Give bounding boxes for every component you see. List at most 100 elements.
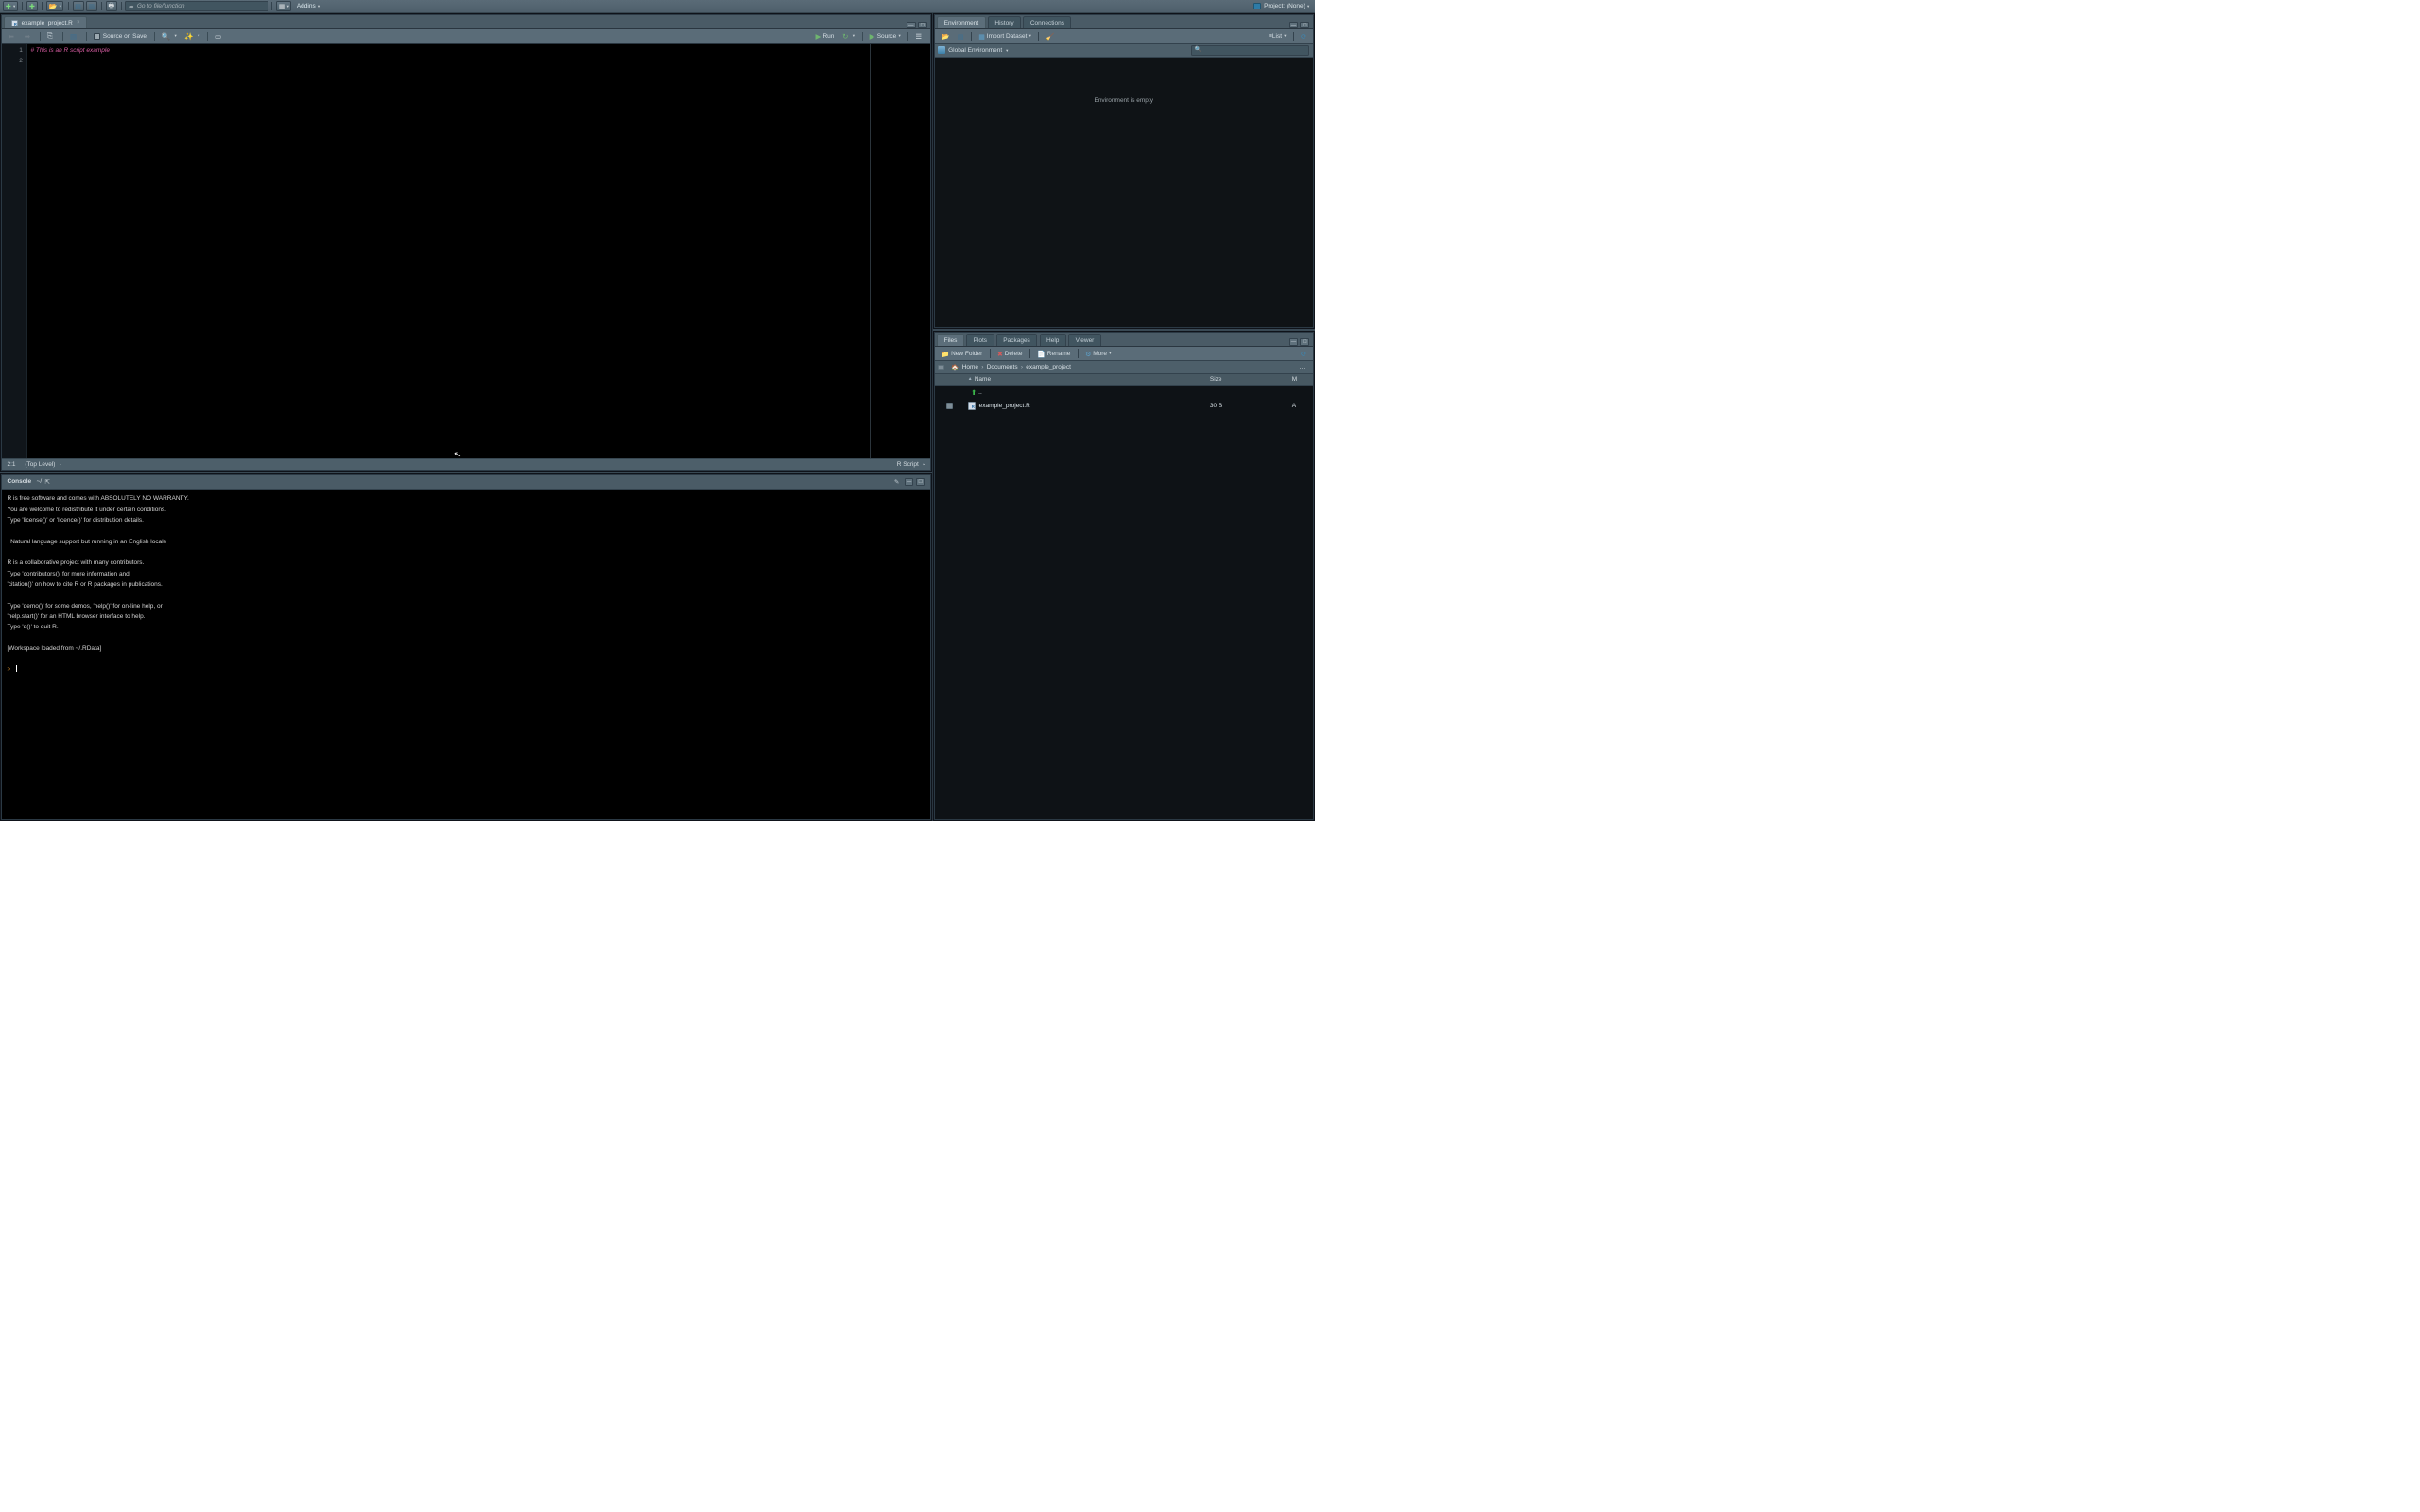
text-cursor-icon xyxy=(16,665,17,673)
outline-icon: ☰ xyxy=(915,32,922,41)
chevron-down-icon: ▾ xyxy=(1307,4,1309,9)
source-statusbar: 2:1 (Top Level) ‣ R Script ‣ xyxy=(2,458,930,470)
source-maximize-button[interactable] xyxy=(918,22,927,29)
env-scope-label[interactable]: Global Environment ▾ xyxy=(948,47,1008,54)
clear-env-button[interactable]: 🧹 xyxy=(1043,31,1057,43)
delete-button[interactable]: ✖ Delete xyxy=(994,348,1026,359)
files-pane: Files Plots Packages Help Viewer 📁 New F… xyxy=(934,332,1314,820)
source-on-save-toggle[interactable]: Source on Save xyxy=(91,31,150,43)
new-folder-button[interactable]: 📁 New Folder xyxy=(938,348,985,359)
chevron-down-icon: ▾ xyxy=(853,33,855,39)
r-file-icon xyxy=(968,402,977,410)
files-maximize-button[interactable] xyxy=(1300,338,1309,346)
refresh-env-button[interactable]: ⟳ xyxy=(1298,31,1309,43)
tab-history[interactable]: History xyxy=(988,16,1021,28)
env-search-input[interactable] xyxy=(1191,45,1309,56)
env-tabbar: Environment History Connections xyxy=(935,15,1313,29)
files-tabbar: Files Plots Packages Help Viewer xyxy=(935,333,1313,347)
save-icon: ▤ xyxy=(70,32,77,41)
console-minimize-button[interactable] xyxy=(905,478,914,486)
file-type-indicator[interactable]: R Script ‣ xyxy=(897,461,925,468)
new-project-button[interactable]: ✚ xyxy=(26,1,38,11)
wand-icon: ✨ xyxy=(184,32,193,41)
checkbox-icon xyxy=(94,33,100,40)
tab-help[interactable]: Help xyxy=(1040,334,1066,346)
save-all-button[interactable]: ▥ xyxy=(86,1,97,11)
console-output[interactable]: R is free software and comes with ABSOLU… xyxy=(2,490,930,819)
load-workspace-button[interactable]: 📂 xyxy=(938,31,952,43)
save-icon: ▤ xyxy=(958,32,964,41)
more-button[interactable]: ⚙ More▾ xyxy=(1082,348,1115,359)
save-button[interactable]: ▤ xyxy=(73,1,84,11)
tab-files[interactable]: Files xyxy=(937,334,964,346)
notebook-icon: ▭ xyxy=(215,32,221,41)
folder-open-icon: 📂 xyxy=(49,2,58,10)
nav-back-button[interactable]: ⬅ xyxy=(5,31,19,43)
row-checkbox[interactable] xyxy=(946,403,953,409)
tab-packages[interactable]: Packages xyxy=(996,334,1038,346)
rename-button[interactable]: 📄 Rename xyxy=(1034,348,1074,359)
code-editor[interactable]: 1 2 # This is an R script example ↖ xyxy=(2,44,930,458)
rerun-button[interactable]: ↻▾ xyxy=(839,31,857,43)
file-row[interactable]: example_project.R 30 B A xyxy=(935,399,1313,412)
source-pane: example_project.R × ⬅ ➡ ⎘ ▤ xyxy=(1,14,931,470)
run-button[interactable]: ▶Run xyxy=(812,31,837,43)
env-maximize-button[interactable] xyxy=(1300,22,1309,29)
sort-asc-icon[interactable]: ▲ xyxy=(968,377,973,382)
chevron-down-icon: ▾ xyxy=(60,4,61,9)
compile-report-button[interactable]: ▭ xyxy=(212,31,227,43)
source-tab-file[interactable]: example_project.R × xyxy=(4,16,87,28)
chevron-down-icon: ▾ xyxy=(13,4,15,9)
console-maximize-button[interactable] xyxy=(916,478,925,486)
scope-indicator[interactable]: (Top Level) ‣ xyxy=(25,461,61,468)
find-button[interactable]: 🔍▾ xyxy=(158,31,180,43)
view-mode-button[interactable]: ≡ List▾ xyxy=(1266,31,1289,43)
nav-fwd-button[interactable]: ➡ xyxy=(22,31,36,43)
crumb-folder[interactable]: example_project xyxy=(1026,364,1071,370)
line-gutter: 1 2 xyxy=(2,44,27,458)
clear-console-icon[interactable]: ✎ xyxy=(894,478,899,486)
save-source-button[interactable]: ▤ xyxy=(67,31,82,43)
panes-button[interactable]: ▦▾ xyxy=(276,1,291,11)
chevron-down-icon: ▾ xyxy=(287,4,289,9)
new-file-button[interactable]: ✚▾ xyxy=(3,1,18,11)
close-tab-icon[interactable]: × xyxy=(77,20,80,26)
project-menu[interactable]: Project: (None) ▾ xyxy=(1253,3,1309,10)
select-all-checkbox[interactable] xyxy=(938,365,944,371)
run-icon: ▶ xyxy=(815,32,821,41)
outline-button[interactable]: ☰ xyxy=(912,31,926,43)
console-popout-icon[interactable]: ⇱ xyxy=(44,478,49,486)
arrow-left-icon: ⬅ xyxy=(9,32,14,41)
code-tools-button[interactable]: ✨▾ xyxy=(182,31,203,43)
save-workspace-button[interactable]: ▤ xyxy=(955,31,967,43)
tab-environment[interactable]: Environment xyxy=(937,16,986,28)
addins-menu[interactable]: Addins▾ xyxy=(292,1,323,11)
code-text[interactable]: # This is an R script example xyxy=(27,44,930,458)
goto-arrow-icon: ➦ xyxy=(129,3,133,10)
crumb-documents[interactable]: Documents xyxy=(987,364,1018,370)
tab-viewer[interactable]: Viewer xyxy=(1068,334,1101,346)
breadcrumb-more-icon[interactable]: … xyxy=(1299,364,1309,370)
print-button[interactable]: 🖶 xyxy=(106,1,117,11)
refresh-files-button[interactable]: ⟳ xyxy=(1298,348,1309,359)
home-icon[interactable]: 🏠 xyxy=(951,364,959,371)
goto-file-function-input[interactable]: ➦ Go to file/function xyxy=(125,1,268,11)
source-minimize-button[interactable] xyxy=(907,22,916,29)
crumb-home[interactable]: Home xyxy=(962,364,978,370)
rename-icon: 📄 xyxy=(1037,350,1046,358)
import-icon: ▦ xyxy=(978,32,985,41)
file-row-updir[interactable]: ⬆ .. xyxy=(935,386,1313,399)
tab-plots[interactable]: Plots xyxy=(966,334,994,346)
env-minimize-button[interactable] xyxy=(1289,22,1299,29)
goto-placeholder: Go to file/function xyxy=(137,3,185,9)
popout-icon: ⎘ xyxy=(47,31,53,41)
open-file-button[interactable]: 📂▾ xyxy=(46,1,63,11)
tab-connections[interactable]: Connections xyxy=(1023,16,1071,28)
files-toolbar: 📁 New Folder ✖ Delete 📄 Rename ⚙ More▾ ⟳ xyxy=(935,347,1313,361)
files-minimize-button[interactable] xyxy=(1289,338,1299,346)
env-toolbar: 📂 ▤ ▦ Import Dataset▾ 🧹 ≡ List▾ ⟳ xyxy=(935,29,1313,43)
show-in-new-window-button[interactable]: ⎘ xyxy=(44,31,59,43)
source-script-button[interactable]: ▶Source▾ xyxy=(866,31,903,43)
import-dataset-button[interactable]: ▦ Import Dataset▾ xyxy=(976,31,1034,43)
chevron-down-icon: ▾ xyxy=(198,33,199,39)
